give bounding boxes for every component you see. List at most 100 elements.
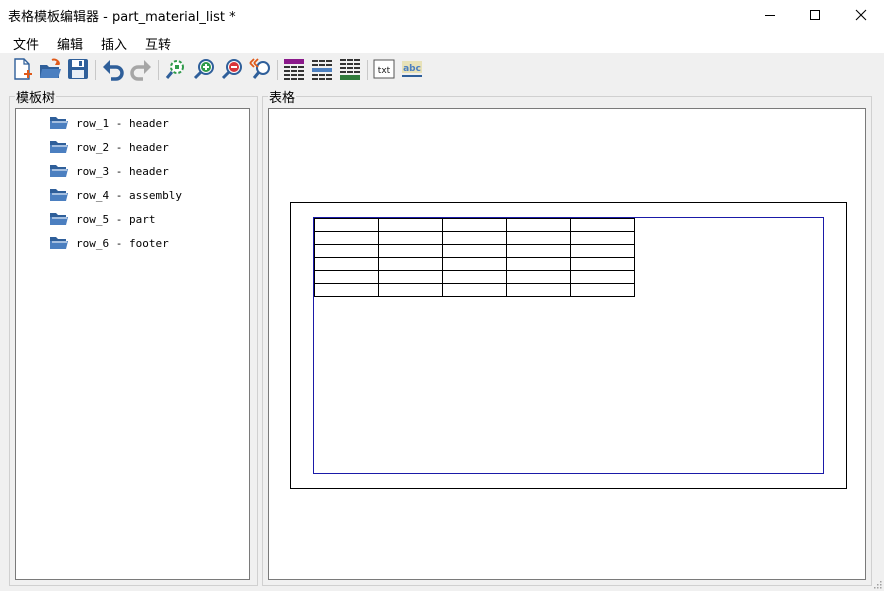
table-style-purple-icon (284, 59, 304, 80)
table-row (314, 257, 635, 271)
text-abc-icon: abc (402, 61, 422, 77)
table-cell[interactable] (442, 283, 507, 297)
maximize-button[interactable] (792, 0, 838, 30)
toolbar-separator (95, 60, 96, 80)
table-cell[interactable] (506, 218, 571, 232)
table-cell[interactable] (506, 244, 571, 258)
table-cell[interactable] (442, 244, 507, 258)
tree-item-row-5[interactable]: row_5 - part (49, 210, 155, 228)
template-tree[interactable]: row_1 - header row_2 - header row_3 - he… (15, 108, 250, 580)
canvas-group-title: 表格 (268, 87, 297, 106)
close-icon (855, 9, 867, 21)
table-row (314, 270, 635, 284)
undo-button[interactable] (101, 57, 125, 81)
menu-file[interactable]: 文件 (13, 34, 39, 53)
table-cell[interactable] (570, 270, 635, 284)
tree-item-label: row_5 - part (76, 212, 156, 226)
minimize-icon (765, 15, 775, 16)
table-style-blue-icon (312, 60, 332, 80)
table-cell[interactable] (314, 218, 379, 232)
undo-icon (103, 60, 124, 81)
toolbar-separator (277, 60, 278, 80)
table-cell[interactable] (506, 257, 571, 271)
table-row (314, 218, 635, 232)
toolbar-separator (367, 60, 368, 80)
save-icon (68, 59, 88, 79)
tree-item-row-3[interactable]: row_3 - header (49, 162, 169, 180)
close-button[interactable] (838, 0, 884, 30)
table-style-purple-button[interactable] (282, 57, 306, 81)
tree-item-label: row_2 - header (76, 140, 169, 154)
folder-open-icon (50, 117, 68, 129)
table-cell[interactable] (378, 283, 443, 297)
menu-convert[interactable]: 互转 (145, 34, 171, 53)
zoom-reset-icon (249, 58, 270, 79)
table-style-blue-button[interactable] (310, 57, 334, 81)
zoom-in-button[interactable] (192, 57, 216, 81)
zoom-in-icon (193, 59, 214, 80)
redo-icon (130, 60, 151, 81)
table-cell[interactable] (570, 231, 635, 245)
minimize-button[interactable] (747, 0, 793, 30)
table-cell[interactable] (570, 244, 635, 258)
folder-open-icon (50, 237, 68, 249)
table-cell[interactable] (378, 270, 443, 284)
open-folder-icon (40, 58, 61, 78)
table-cell[interactable] (506, 283, 571, 297)
zoom-fit-icon (165, 60, 184, 79)
folder-open-icon (50, 189, 68, 201)
text-txt-icon: txt (373, 59, 395, 79)
title-bar: 表格模板编辑器 - part_material_list * (0, 0, 884, 31)
table-cell[interactable] (314, 283, 379, 297)
table-cell[interactable] (378, 231, 443, 245)
table-cell[interactable] (570, 283, 635, 297)
redo-button[interactable] (129, 57, 153, 81)
table-cell[interactable] (506, 270, 571, 284)
zoom-fit-button[interactable] (164, 57, 188, 81)
table-cell[interactable] (378, 244, 443, 258)
table-cell[interactable] (314, 244, 379, 258)
menu-edit[interactable]: 编辑 (57, 34, 83, 53)
table-cell[interactable] (570, 218, 635, 232)
table-cell[interactable] (442, 257, 507, 271)
tree-item-row-1[interactable]: row_1 - header (49, 114, 169, 132)
zoom-out-button[interactable] (220, 57, 244, 81)
table-cell[interactable] (378, 257, 443, 271)
svg-text:txt: txt (378, 66, 391, 76)
tree-item-row-6[interactable]: row_6 - footer (49, 234, 169, 252)
menu-insert[interactable]: 插入 (101, 34, 127, 53)
tree-item-row-2[interactable]: row_2 - header (49, 138, 169, 156)
table-cell[interactable] (442, 270, 507, 284)
table-cell[interactable] (506, 231, 571, 245)
save-button[interactable] (66, 57, 90, 81)
table-cell[interactable] (314, 231, 379, 245)
table-cell[interactable] (314, 257, 379, 271)
tree-group-title: 模板树 (15, 87, 57, 106)
tree-item-label: row_1 - header (76, 116, 169, 130)
menu-bar: 文件 编辑 插入 互转 (0, 31, 884, 53)
zoom-out-icon (221, 59, 242, 80)
svg-text:abc: abc (403, 64, 421, 74)
tree-item-label: row_3 - header (76, 164, 169, 178)
template-table (314, 218, 635, 297)
table-style-green-button[interactable] (338, 57, 362, 81)
table-row (314, 244, 635, 258)
open-button[interactable] (38, 57, 62, 81)
folder-open-icon (50, 141, 68, 153)
resize-grip-icon[interactable] (872, 579, 882, 589)
table-cell[interactable] (442, 218, 507, 232)
text-txt-button[interactable]: txt (372, 57, 396, 81)
folder-open-icon (50, 165, 68, 177)
table-cell[interactable] (442, 231, 507, 245)
table-cell[interactable] (314, 270, 379, 284)
new-file-button[interactable] (10, 57, 34, 81)
tree-item-row-4[interactable]: row_4 - assembly (49, 186, 182, 204)
page-frame (290, 202, 847, 489)
toolbar: txt abc (0, 53, 884, 85)
table-canvas[interactable] (268, 108, 866, 580)
zoom-reset-button[interactable] (248, 57, 272, 81)
table-cell[interactable] (570, 257, 635, 271)
text-abc-button[interactable]: abc (400, 57, 424, 81)
toolbar-separator (158, 60, 159, 80)
table-cell[interactable] (378, 218, 443, 232)
